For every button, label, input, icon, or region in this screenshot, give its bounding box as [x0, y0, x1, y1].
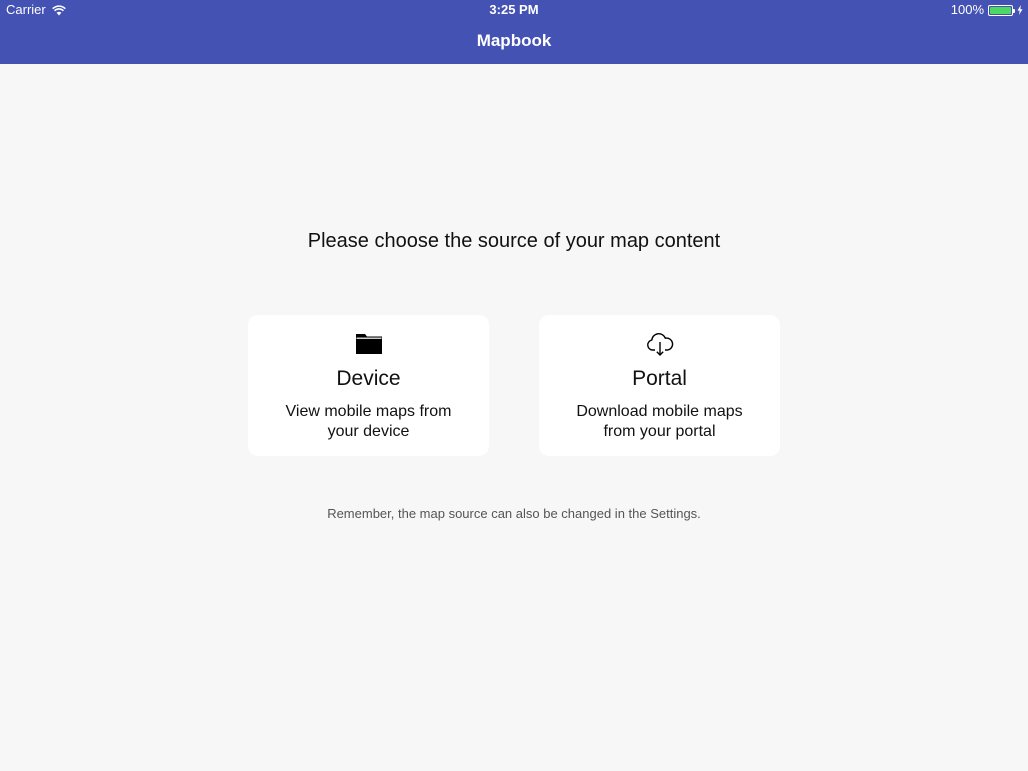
source-prompt: Please choose the source of your map con… [307, 230, 721, 252]
device-title: Device [336, 367, 401, 390]
portal-description: Download mobile maps from your portal [576, 403, 743, 440]
battery-indicator: 100% [951, 0, 1023, 20]
charging-bolt-icon [1017, 5, 1023, 15]
status-bar: Carrier 3:25 PM 100% [0, 0, 1028, 20]
cloud-download-icon [646, 333, 673, 356]
settings-reminder: Remember, the map source can also be cha… [327, 506, 701, 521]
navigation-bar: Carrier 3:25 PM 100% Mapbook [0, 0, 1028, 64]
device-source-button[interactable]: Device View mobile maps from your device [248, 315, 489, 456]
device-description: View mobile maps from your device [285, 403, 452, 440]
portal-source-button[interactable]: Portal Download mobile maps from your po… [539, 315, 780, 456]
device-icon-wrap [248, 331, 489, 357]
page-title: Mapbook [476, 31, 552, 50]
status-time: 3:25 PM [489, 2, 539, 17]
battery-icon [988, 4, 1015, 16]
battery-percentage: 100% [950, 2, 984, 17]
portal-title: Portal [632, 367, 687, 390]
folder-icon [355, 334, 382, 354]
portal-icon-wrap [539, 331, 780, 357]
battery-level-fill [990, 6, 1011, 14]
